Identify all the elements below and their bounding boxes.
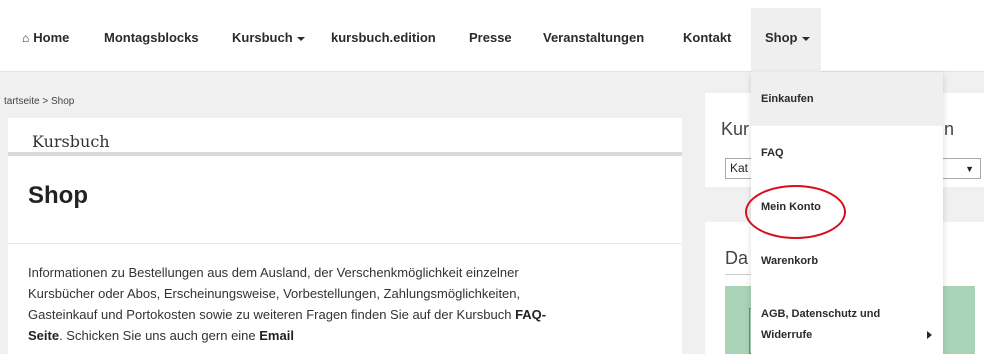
section-divider-bar — [8, 152, 682, 156]
nav-veranstaltungen[interactable]: Veranstaltungen — [543, 30, 644, 45]
nav-shop-active[interactable]: Shop — [751, 8, 821, 72]
menu-item-warenkorb[interactable]: Warenkorb — [751, 234, 943, 288]
intro-line-3: Gasteinkauf und Portokosten sowie zu wei… — [28, 304, 668, 325]
intro-text: Informationen zu Bestellungen aus dem Au… — [28, 262, 668, 346]
nav-kursbuch-label: Kursbuch — [232, 30, 293, 45]
menu-item-label-line2: Widerrufe — [761, 329, 813, 341]
nav-shop[interactable]: Shop — [765, 30, 810, 45]
menu-item-einkaufen[interactable]: Einkaufen — [751, 72, 943, 126]
top-navigation: ⌂ Home Montagsblocks Kursbuch kursbuch.ed… — [0, 0, 984, 72]
menu-item-faq[interactable]: FAQ — [751, 126, 943, 180]
chevron-down-icon — [801, 36, 810, 41]
breadcrumb[interactable]: tartseite > Shop — [4, 96, 74, 107]
category-select-value: Kat — [730, 161, 749, 175]
nav-kursbuch-edition[interactable]: kursbuch.edition — [331, 30, 436, 45]
chevron-right-icon — [927, 331, 932, 339]
section-label: Kursbuch — [32, 132, 110, 151]
menu-item-label: Warenkorb — [761, 255, 819, 267]
divider — [8, 243, 682, 244]
highlight-ellipse — [745, 185, 846, 239]
home-icon: ⌂ — [22, 31, 30, 45]
widget-title: Da — [725, 248, 749, 268]
chevron-down-icon: ▼ — [965, 164, 974, 174]
menu-item-label: FAQ — [761, 147, 784, 159]
email-link[interactable]: Email — [259, 328, 294, 343]
intro-line-3-text: Gasteinkauf und Portokosten sowie zu wei… — [28, 307, 516, 322]
chevron-down-icon — [296, 36, 305, 41]
nav-montagsblocks[interactable]: Montagsblocks — [104, 30, 199, 45]
faq-link[interactable]: FAQ- — [515, 307, 546, 322]
page-title: Shop — [28, 182, 88, 209]
menu-item-label: AGB, Datenschutz und — [761, 308, 881, 320]
nav-home-label: Home — [33, 30, 70, 45]
main-content-card: Kursbuch Shop Informationen zu Bestellun… — [8, 118, 682, 354]
intro-line-1: Informationen zu Bestellungen aus dem Au… — [28, 265, 519, 280]
widget-title: Kur — [721, 119, 750, 139]
intro-line-4: Seite. Schicken Sie uns auch gern eine E… — [28, 325, 668, 346]
intro-line-2: Kursbücher oder Abos, Erscheinungsweise,… — [28, 286, 521, 301]
nav-kontakt[interactable]: Kontakt — [683, 30, 731, 45]
intro-line-4-text: . Schicken Sie uns auch gern eine — [59, 328, 260, 343]
nav-shop-label: Shop — [765, 30, 798, 45]
nav-home[interactable]: ⌂ Home — [22, 30, 69, 45]
menu-item-label: Einkaufen — [761, 93, 814, 105]
widget-title-tail: n — [944, 119, 955, 139]
faq-link-cont[interactable]: Seite — [28, 328, 59, 343]
nav-presse[interactable]: Presse — [469, 30, 512, 45]
menu-item-agb[interactable]: AGB, Datenschutz und Widerrufe — [751, 288, 943, 354]
nav-kursbuch[interactable]: Kursbuch — [232, 30, 305, 45]
